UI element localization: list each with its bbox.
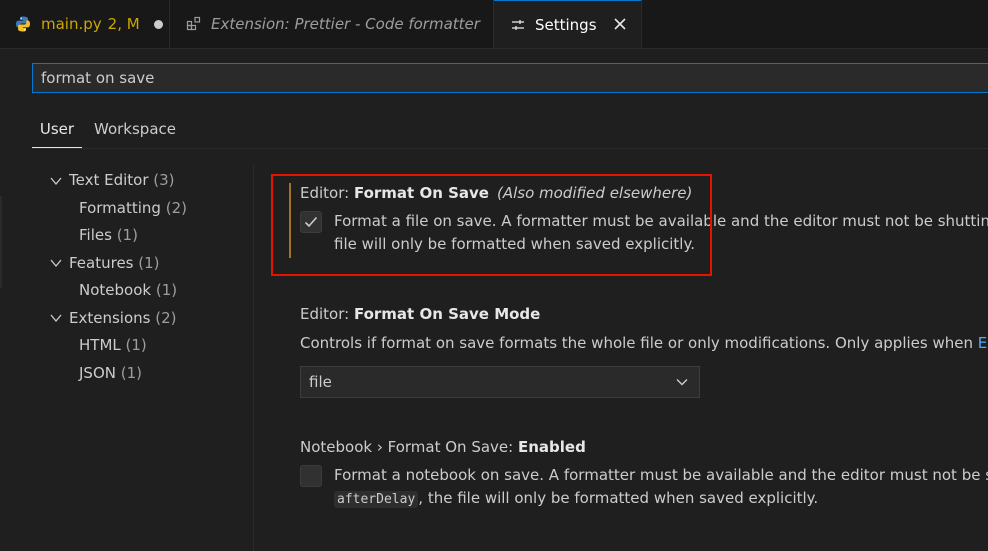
toc-item-features[interactable]: Features (1): [69, 251, 160, 275]
setting-link[interactable]: Editor: [978, 334, 988, 352]
toc-count: (1): [125, 336, 147, 354]
setting-description: Format a notebook on save. A formatter m…: [334, 464, 988, 511]
scope-tab-workspace[interactable]: Workspace: [94, 115, 194, 147]
tab-extension-label: Extension: Prettier - Code formatter: [211, 15, 480, 33]
editor-tab-bar: main.py 2, M Extension: Prettier - Code …: [0, 0, 988, 49]
toc-item-html[interactable]: HTML (1): [79, 333, 147, 357]
chevron-down-icon[interactable]: [49, 256, 63, 270]
python-icon: [14, 15, 32, 33]
highlight-annotation-box: [271, 174, 712, 276]
setting-description: Controls if format on save formats the w…: [300, 332, 988, 355]
toc-item-text-editor[interactable]: Text Editor (3): [69, 168, 175, 192]
tab-main-badge: 2, M: [107, 15, 140, 33]
setting-title-format-on-save-mode: Editor: Format On Save Mode: [300, 305, 540, 323]
toc-separator: [253, 165, 254, 551]
chevron-down-icon[interactable]: [49, 311, 63, 325]
toc-count: (1): [120, 364, 143, 382]
toc-item-notebook[interactable]: Notebook (1): [79, 278, 177, 302]
scope-divider: [32, 148, 988, 149]
toc-count: (1): [138, 254, 160, 272]
toc-label: HTML: [79, 336, 121, 354]
close-icon[interactable]: [609, 13, 631, 35]
chevron-down-icon: [676, 379, 688, 386]
desc-line-2: , the file will only be formatted when s…: [418, 489, 819, 507]
toc-label: Notebook: [79, 281, 152, 299]
tab-main-py[interactable]: main.py 2, M: [0, 0, 170, 48]
setting-category: Notebook › Format On Save:: [300, 438, 518, 456]
inline-code: afterDelay: [334, 491, 419, 508]
toc-item-json[interactable]: JSON (1): [79, 361, 142, 385]
settings-window: main.py 2, M Extension: Prettier - Code …: [0, 0, 988, 551]
toc-label: Extensions: [69, 309, 151, 327]
chevron-down-icon[interactable]: [49, 174, 63, 188]
toc-count: (2): [165, 199, 187, 217]
left-edge-indicator: [0, 196, 2, 288]
toc-count: (3): [153, 171, 175, 189]
select-value: file: [309, 373, 332, 391]
desc-text: Controls if format on save formats the w…: [300, 334, 978, 352]
toc-item-files[interactable]: Files (1): [79, 223, 138, 247]
tab-main-label: main.py: [41, 15, 102, 33]
tab-settings[interactable]: Settings: [494, 0, 642, 48]
notebook-format-on-save-checkbox[interactable]: [300, 465, 322, 487]
toc-count: (1): [155, 281, 178, 299]
setting-name: Enabled: [517, 438, 586, 456]
setting-category: Editor:: [300, 305, 354, 323]
extensions-icon: [186, 16, 202, 32]
toc-item-formatting[interactable]: Formatting (2): [79, 196, 187, 220]
setting-name: Format On Save Mode: [353, 305, 541, 323]
tab-extension-prettier[interactable]: Extension: Prettier - Code formatter: [170, 0, 494, 48]
toc-count: (2): [155, 309, 177, 327]
format-on-save-mode-select[interactable]: file: [300, 366, 700, 398]
scope-tab-user[interactable]: User: [32, 115, 82, 148]
desc-line-1: Format a notebook on save. A formatter m…: [334, 466, 988, 484]
tab-settings-label: Settings: [535, 15, 597, 34]
settings-sliders-icon: [510, 17, 526, 33]
unsaved-dot-icon: [153, 19, 163, 29]
settings-search-input[interactable]: [32, 63, 988, 93]
toc-label: Text Editor: [69, 171, 149, 189]
toc-label: Formatting: [79, 199, 161, 217]
setting-title-notebook-format-on-save: Notebook › Format On Save: Enabled: [300, 438, 586, 456]
toc-label: Features: [69, 254, 134, 272]
toc-label: Files: [79, 226, 112, 244]
toc-count: (1): [116, 226, 138, 244]
toc-label: JSON: [79, 364, 116, 382]
toc-item-extensions[interactable]: Extensions (2): [69, 306, 176, 330]
